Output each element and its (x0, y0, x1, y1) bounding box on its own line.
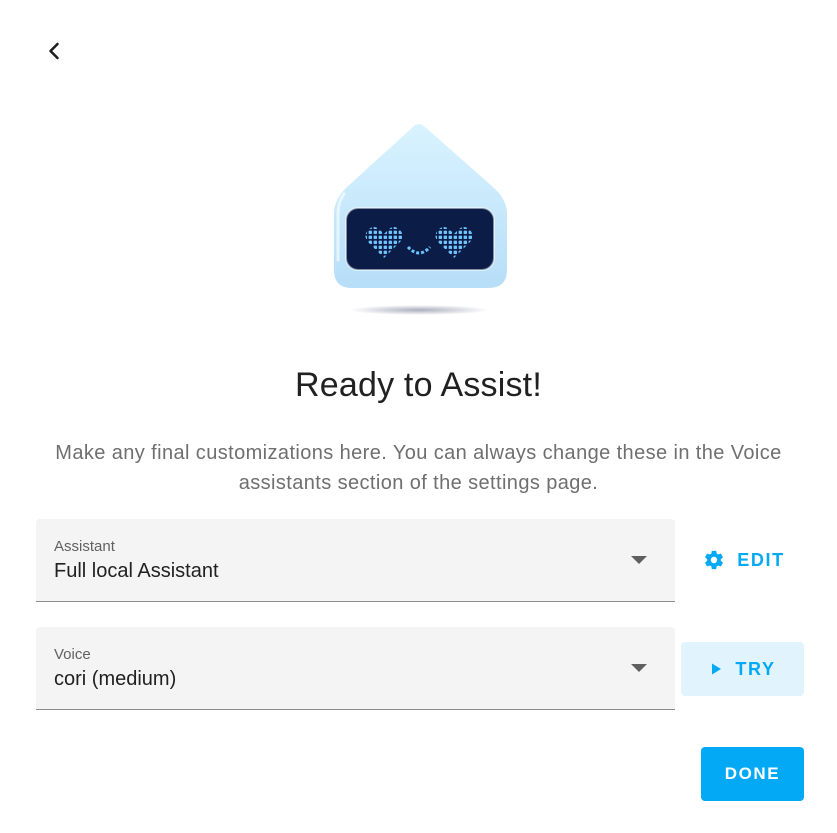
edit-assistant-button[interactable]: EDIT (690, 540, 798, 580)
assistant-select-label: Assistant (54, 538, 115, 555)
assistant-select-value: Full local Assistant (54, 560, 219, 582)
dialog-title: Ready to Assist! (295, 366, 542, 404)
triangle-down-icon (631, 556, 647, 564)
assist-setup-dialog: Ready to Assist! Make any final customiz… (0, 0, 837, 833)
back-button[interactable] (34, 31, 74, 71)
triangle-down-icon (631, 664, 647, 672)
assist-mascot-image (334, 124, 507, 315)
voice-select-value: cori (medium) (54, 668, 177, 690)
edit-button-label: EDIT (737, 549, 785, 570)
dialog-description: Make any final customizations here. You … (55, 442, 782, 494)
play-icon (712, 663, 722, 675)
assistant-select[interactable]: Assistant Full local Assistant (36, 519, 675, 602)
gear-icon (705, 550, 724, 570)
voice-select[interactable]: Voice cori (medium) (36, 627, 675, 710)
try-voice-button[interactable]: TRY (681, 642, 804, 696)
try-button-label: TRY (735, 658, 776, 679)
done-button[interactable]: DONE (701, 747, 804, 801)
done-button-label: DONE (724, 764, 781, 783)
voice-select-label: Voice (54, 646, 91, 663)
chevron-left-icon (49, 42, 59, 60)
